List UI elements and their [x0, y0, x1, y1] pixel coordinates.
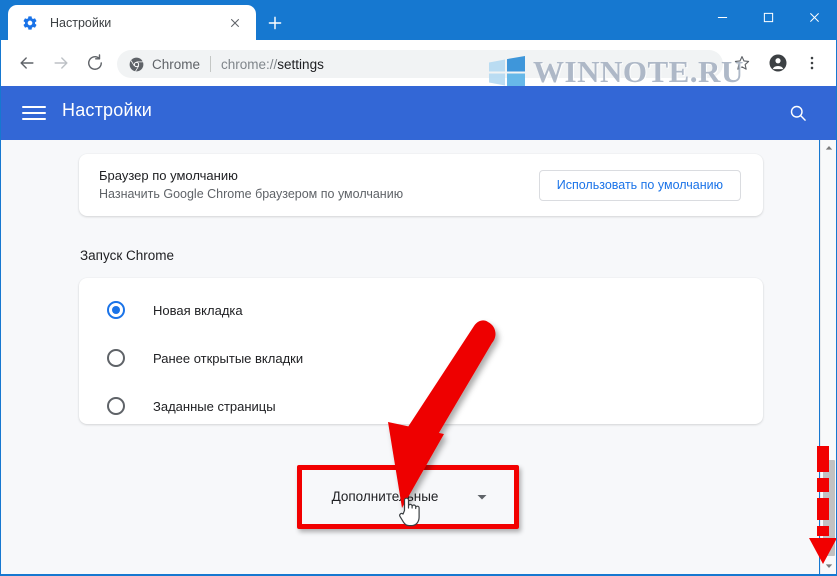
browser-tab[interactable]: Настройки — [8, 5, 256, 40]
advanced-expand-button[interactable]: Дополнительные — [223, 473, 597, 519]
default-browser-title: Браузер по умолчанию — [99, 168, 238, 183]
minimize-button[interactable] — [699, 0, 745, 34]
omnibox-separator — [210, 56, 212, 72]
gear-icon — [22, 15, 38, 31]
chevron-down-icon — [476, 490, 488, 502]
advanced-label: Дополнительные — [331, 488, 439, 504]
default-browser-text: Браузер по умолчанию Назначить Google Ch… — [99, 166, 539, 204]
omnibox-url: chrome://settings — [221, 57, 324, 72]
startup-options-card: Новая вкладка Ранее открытые вкладки Зад… — [79, 278, 763, 424]
startup-option-label: Ранее открытые вкладки — [153, 350, 304, 366]
set-default-button[interactable]: Использовать по умолчанию — [538, 169, 741, 201]
omnibox-site-label: Chrome — [152, 56, 201, 72]
default-browser-subtitle: Назначить Google Chrome браузером по умо… — [99, 187, 404, 201]
url-scheme: chrome:// — [221, 56, 278, 72]
hamburger-icon[interactable] — [22, 101, 46, 125]
startup-section-heading: Запуск Chrome — [80, 248, 174, 263]
startup-option-new-tab[interactable]: Новая вкладка — [79, 286, 763, 334]
new-tab-button[interactable] — [262, 10, 288, 36]
address-bar[interactable]: Chrome chrome://settings — [117, 50, 723, 78]
radio-button[interactable] — [107, 397, 125, 415]
maximize-button[interactable] — [745, 0, 791, 34]
account-avatar-icon[interactable] — [764, 49, 792, 77]
startup-option-specific-pages[interactable]: Заданные страницы — [79, 382, 763, 430]
scroll-thumb[interactable] — [823, 460, 835, 556]
settings-content: Браузер по умолчанию Назначить Google Ch… — [1, 140, 819, 574]
star-icon[interactable] — [728, 49, 756, 77]
search-icon[interactable] — [786, 101, 810, 125]
scroll-up-icon[interactable] — [821, 140, 837, 156]
chrome-icon — [129, 57, 144, 72]
startup-option-continue[interactable]: Ранее открытые вкладки — [79, 334, 763, 382]
close-tab-icon[interactable] — [224, 12, 246, 34]
three-dot-menu-icon[interactable] — [798, 49, 826, 77]
startup-option-label: Новая вкладка — [153, 302, 243, 318]
radio-button[interactable] — [107, 349, 125, 367]
forward-arrow-icon[interactable] — [47, 49, 75, 77]
window-controls — [699, 0, 837, 34]
reload-icon[interactable] — [81, 49, 109, 77]
browser-toolbar: Chrome chrome://settings — [0, 40, 837, 86]
vertical-scrollbar[interactable] — [820, 140, 836, 574]
close-button[interactable] — [791, 0, 837, 34]
default-browser-card: Браузер по умолчанию Назначить Google Ch… — [79, 154, 763, 216]
scroll-down-icon[interactable] — [821, 558, 837, 574]
tab-strip: Настройки — [0, 0, 837, 40]
radio-button-selected[interactable] — [107, 301, 125, 319]
startup-option-label: Заданные страницы — [153, 398, 276, 414]
tab-title: Настройки — [50, 15, 112, 30]
url-path: settings — [277, 56, 324, 72]
page-title: Настройки — [62, 100, 153, 120]
browser-window: Настройки Chrome chrome://settings WINNO… — [0, 0, 837, 576]
settings-header: Настройки — [0, 86, 837, 140]
back-arrow-icon[interactable] — [13, 49, 41, 77]
